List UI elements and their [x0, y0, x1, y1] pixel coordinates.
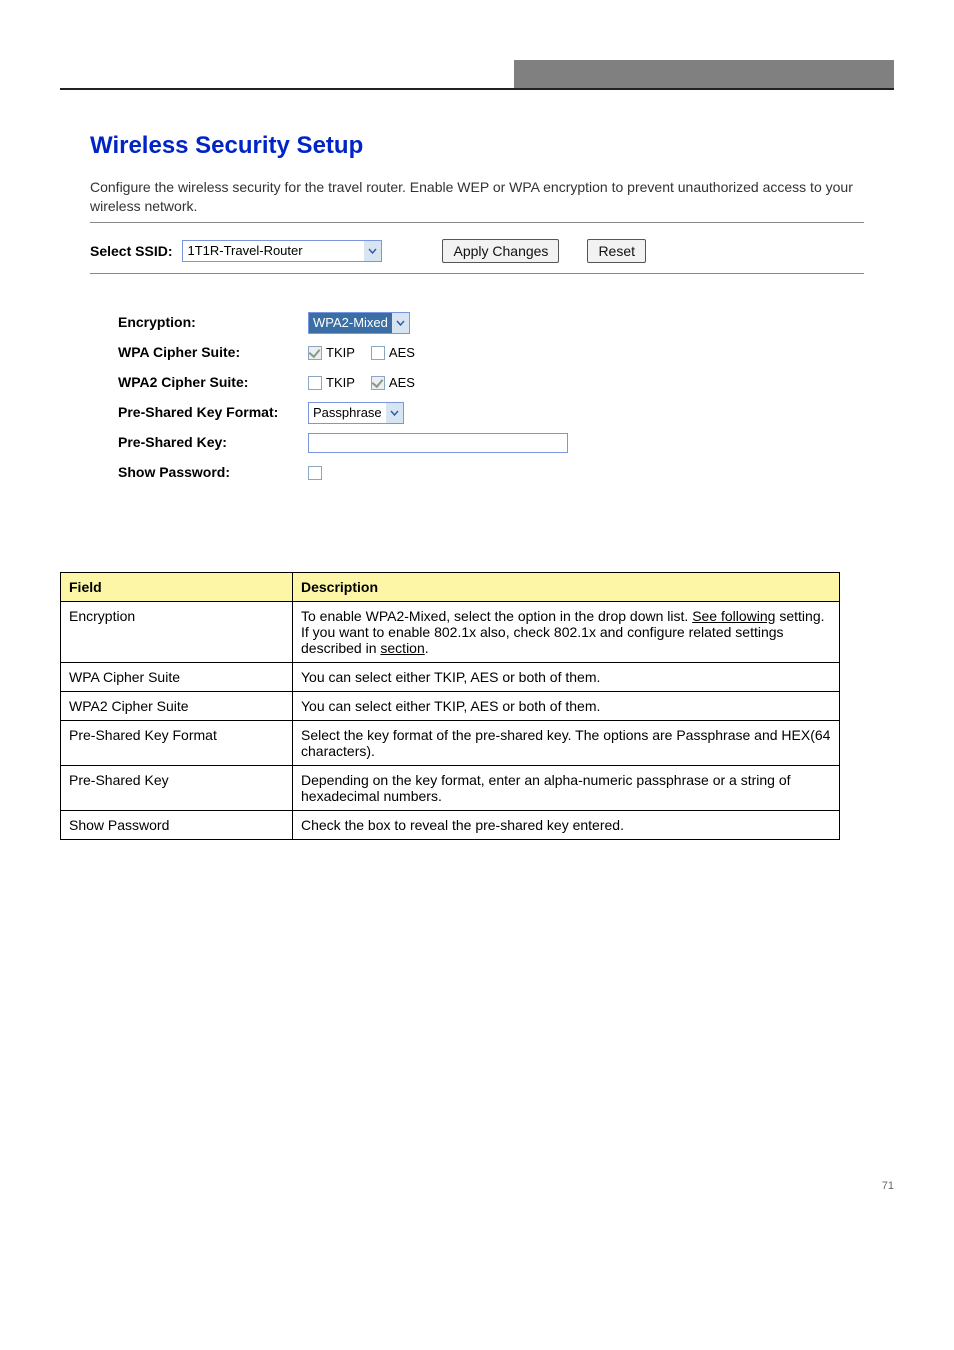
field-cell: Encryption: [61, 601, 293, 662]
wpa2-tkip-checkbox[interactable]: [308, 376, 322, 390]
show-password-label: Show Password:: [118, 464, 308, 481]
table-row: WPA2 Cipher Suite You can select either …: [61, 691, 840, 720]
wpa-aes-label: AES: [389, 345, 415, 360]
title-divider: [90, 222, 864, 223]
encryption-value: WPA2-Mixed: [313, 315, 392, 330]
table-row: Show Password Check the box to reveal th…: [61, 810, 840, 839]
psk-input[interactable]: [308, 433, 568, 453]
field-cell: Pre-Shared Key: [61, 765, 293, 810]
psk-label: Pre-Shared Key:: [118, 434, 308, 451]
wpa-tkip-label: TKIP: [326, 345, 355, 360]
encryption-label: Encryption:: [118, 314, 308, 331]
field-cell: WPA2 Cipher Suite: [61, 691, 293, 720]
wpa2-aes-label: AES: [389, 375, 415, 390]
wireless-security-card: Wireless Security Setup Configure the wi…: [66, 120, 888, 512]
header-divider: [60, 88, 894, 90]
apply-changes-button[interactable]: Apply Changes: [442, 239, 559, 263]
wpa2-tkip-label: TKIP: [326, 375, 355, 390]
desc-cell: Depending on the key format, enter an al…: [293, 765, 840, 810]
ssid-divider: [90, 273, 864, 274]
desc-cell: You can select either TKIP, AES or both …: [293, 691, 840, 720]
wpa2-cipher-label: WPA2 Cipher Suite:: [118, 374, 308, 391]
desc-cell: Check the box to reveal the pre-shared k…: [293, 810, 840, 839]
psk-format-label: Pre-Shared Key Format:: [118, 404, 308, 421]
page-description: Configure the wireless security for the …: [90, 178, 864, 216]
desc-cell: Select the key format of the pre-shared …: [293, 720, 840, 765]
page-number: 71: [882, 1180, 894, 1192]
desc-cell: To enable WPA2-Mixed, select the option …: [293, 601, 840, 662]
reset-button[interactable]: Reset: [587, 239, 646, 263]
chevron-down-icon: [386, 403, 403, 423]
desc-cell: You can select either TKIP, AES or both …: [293, 662, 840, 691]
psk-format-dropdown[interactable]: Passphrase: [308, 402, 404, 424]
table-row: Pre-Shared Key Format Select the key for…: [61, 720, 840, 765]
select-ssid-value: 1T1R-Travel-Router: [187, 243, 364, 258]
see-following-link[interactable]: See following: [692, 608, 775, 624]
wpa-tkip-checkbox[interactable]: [308, 346, 322, 360]
psk-format-value: Passphrase: [313, 405, 386, 420]
table-row: Pre-Shared Key Depending on the key form…: [61, 765, 840, 810]
page-title: Wireless Security Setup: [90, 132, 864, 160]
show-password-checkbox[interactable]: [308, 466, 322, 480]
wpa2-aes-checkbox[interactable]: [371, 376, 385, 390]
chevron-down-icon: [364, 241, 381, 261]
wpa-cipher-label: WPA Cipher Suite:: [118, 344, 308, 361]
table-header-field: Field: [61, 572, 293, 601]
page-footer: 71: [0, 1180, 954, 1212]
table-row: Encryption To enable WPA2-Mixed, select …: [61, 601, 840, 662]
section-link[interactable]: section: [380, 640, 424, 656]
table-header-description: Description: [293, 572, 840, 601]
field-description-table: Field Description Encryption To enable W…: [60, 572, 840, 840]
table-row: WPA Cipher Suite You can select either T…: [61, 662, 840, 691]
field-cell: WPA Cipher Suite: [61, 662, 293, 691]
wpa-aes-checkbox[interactable]: [371, 346, 385, 360]
select-ssid-label: Select SSID:: [90, 243, 172, 259]
field-cell: Show Password: [61, 810, 293, 839]
field-cell: Pre-Shared Key Format: [61, 720, 293, 765]
encryption-dropdown[interactable]: WPA2-Mixed: [308, 312, 410, 334]
chevron-down-icon: [392, 313, 409, 333]
header-chapter-bar: [514, 60, 894, 88]
select-ssid-dropdown[interactable]: 1T1R-Travel-Router: [182, 240, 382, 262]
